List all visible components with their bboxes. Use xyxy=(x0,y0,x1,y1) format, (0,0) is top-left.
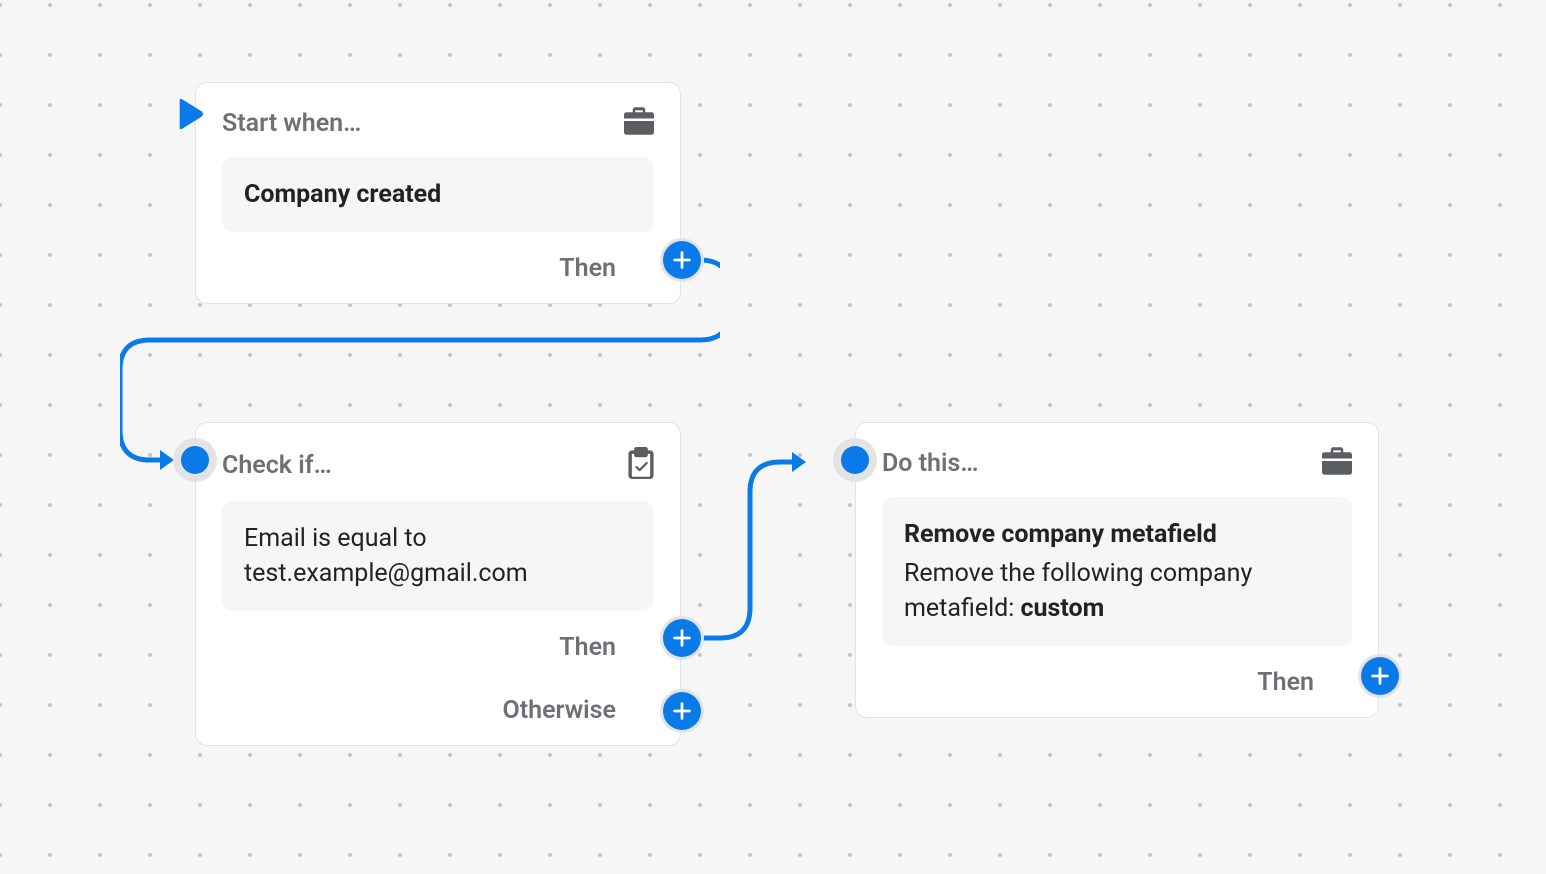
condition-then-add-button[interactable] xyxy=(660,616,704,660)
briefcase-icon xyxy=(624,107,654,139)
action-title: Do this… xyxy=(882,449,978,478)
play-start-icon xyxy=(179,98,205,134)
trigger-node[interactable]: Start when… Company created Then xyxy=(195,82,681,304)
trigger-then-add-button[interactable] xyxy=(660,238,704,282)
clipboard-check-icon xyxy=(628,447,654,483)
condition-title: Check if… xyxy=(222,451,332,480)
trigger-title: Start when… xyxy=(222,109,361,138)
action-body-title: Remove company metafield xyxy=(904,517,1330,552)
condition-otherwise-label: Otherwise xyxy=(502,696,616,725)
condition-otherwise-add-button[interactable] xyxy=(660,689,704,733)
action-header: Do this… xyxy=(882,447,1352,479)
trigger-body: Company created xyxy=(222,157,654,232)
condition-body: Email is equal to test.example@gmail.com xyxy=(222,501,654,611)
condition-input-port[interactable] xyxy=(173,438,217,482)
condition-header: Check if… xyxy=(222,447,654,483)
trigger-then-label: Then xyxy=(559,254,616,283)
action-then-label: Then xyxy=(1257,668,1314,697)
briefcase-icon xyxy=(1322,447,1352,479)
action-body-desc: Remove the following company metafield: … xyxy=(904,556,1330,626)
workflow-canvas[interactable]: Start when… Company created Then Check i… xyxy=(0,0,1546,874)
action-input-port[interactable] xyxy=(833,438,877,482)
trigger-header: Start when… xyxy=(222,107,654,139)
condition-node[interactable]: Check if… Email is equal to test.example… xyxy=(195,422,681,746)
condition-then-label: Then xyxy=(559,633,616,662)
action-then-add-button[interactable] xyxy=(1358,654,1402,698)
action-node[interactable]: Do this… Remove company metafield Remove… xyxy=(855,422,1379,718)
action-body: Remove company metafield Remove the foll… xyxy=(882,497,1352,646)
